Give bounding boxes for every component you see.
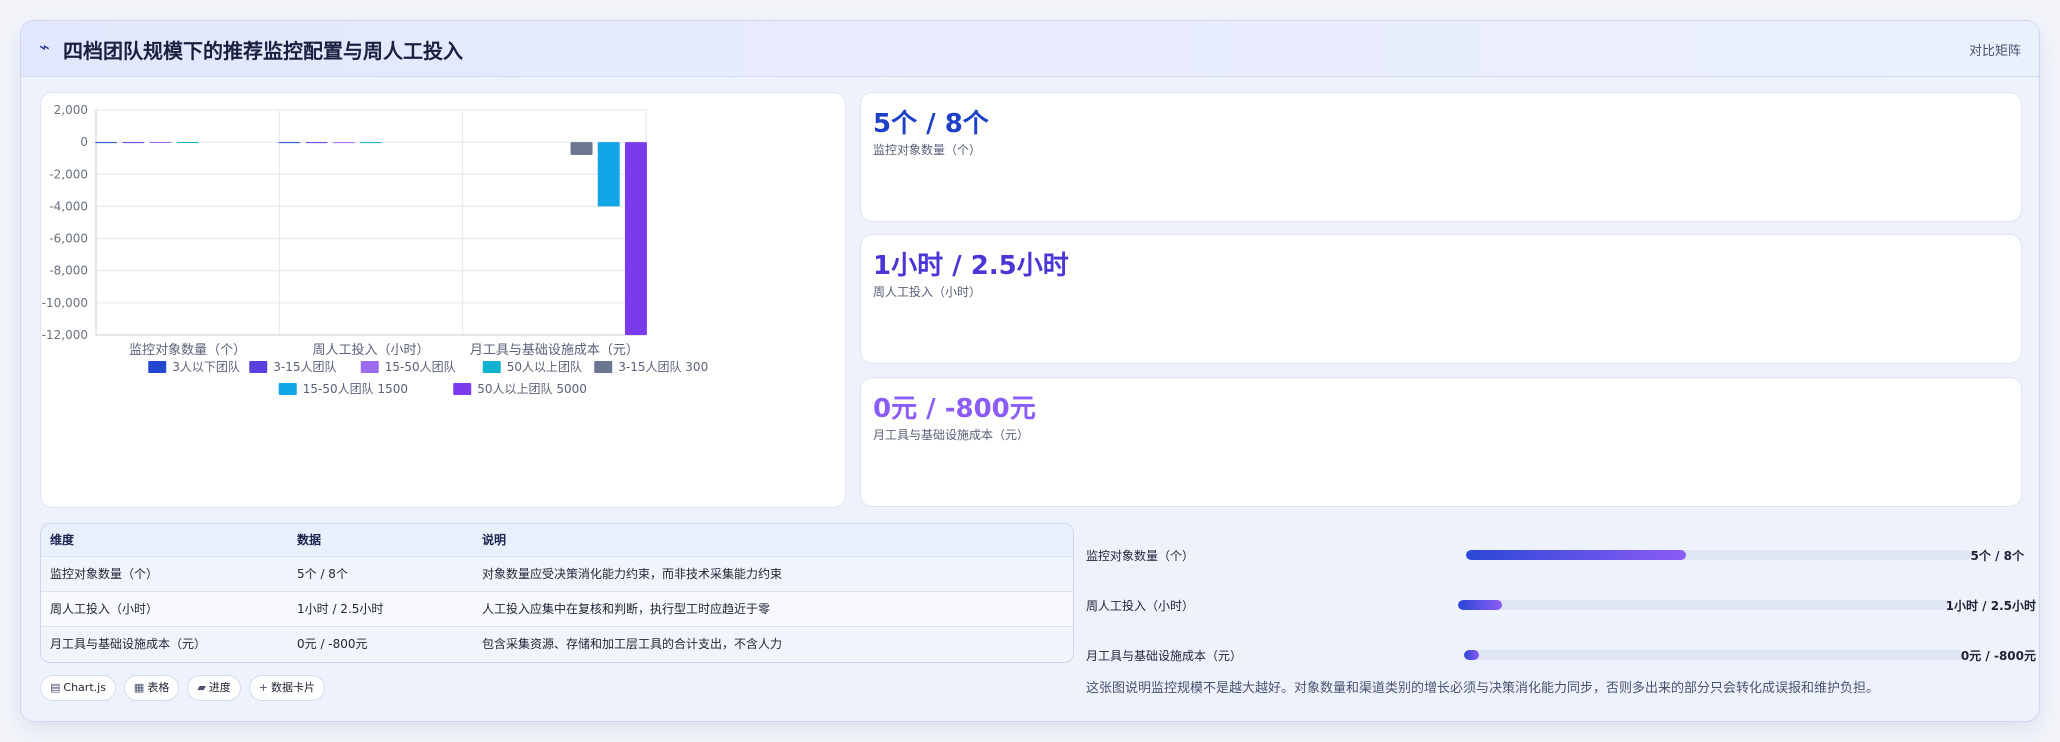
progress-track	[1458, 600, 1948, 610]
progress-fill	[1458, 600, 1503, 610]
bar-chart: 2,000 0 -2,000 -4,000 -6,000 -8,000 -10,000 -12…	[42, 103, 709, 396]
column-header: 说明	[473, 524, 1073, 557]
page-title: 四档团队规模下的推荐监控配置与周人工投入	[63, 39, 463, 63]
legend-label: 3-15人团队	[273, 359, 336, 374]
kpi-value: 1小时 / 2.5小时	[873, 251, 1069, 281]
legend-swatch	[278, 383, 297, 395]
y-tick-label: -8,000	[49, 264, 88, 278]
chip-chartjs[interactable]: ▤ Chart.js	[40, 675, 116, 701]
kpi-value: 5个 / 8个	[873, 109, 989, 139]
table-cell: 1小时 / 2.5小时	[288, 591, 473, 627]
table-row: 周人工投入（小时） 1小时 / 2.5小时 人工投入应集中在复核和判断，执行型工…	[41, 591, 1073, 627]
bar	[95, 142, 118, 144]
y-tick-label: 0	[80, 135, 88, 149]
progress-value: 5个 / 8个	[1970, 549, 2024, 563]
y-tick-label: -4,000	[49, 199, 88, 213]
kpi-card-monthly-cost: 0元 / -800元 月工具与基础设施成本（元）	[860, 377, 2022, 507]
kpi-card-weekly-hours: 1小时 / 2.5小时 周人工投入（小时）	[860, 234, 2022, 364]
panel-header: ⌁ 四档团队规模下的推荐监控配置与周人工投入 对比矩阵	[21, 21, 2039, 77]
legend-label: 15-50人团队	[385, 359, 456, 374]
bar	[332, 142, 355, 144]
legend-label: 50人以上团队	[507, 359, 582, 374]
table-cell: 周人工投入（小时）	[41, 591, 288, 627]
legend-swatch	[594, 361, 613, 373]
table-cell: 0元 / -800元	[288, 626, 473, 661]
table-icon: ▦	[133, 681, 145, 694]
bar	[570, 142, 593, 155]
progress-fill	[1464, 650, 1479, 660]
column-header: 维度	[41, 524, 288, 557]
chip-label: 表格	[147, 681, 170, 694]
y-tick-label: -12,000	[42, 328, 88, 342]
bar	[360, 142, 382, 144]
progress-icon: ▰	[197, 681, 206, 694]
progress-value: 1小时 / 2.5小时	[1945, 599, 2036, 613]
progress-track	[1466, 550, 1971, 560]
legend-swatch	[249, 361, 268, 373]
table-header-row: 维度 数据 说明	[41, 524, 1073, 557]
kpi-label: 月工具与基础设施成本（元）	[873, 428, 1030, 442]
chip-progress[interactable]: ▰ 进度	[187, 675, 241, 701]
bar	[122, 142, 145, 144]
legend-swatch	[360, 361, 379, 373]
main-panel: ⌁ 四档团队规模下的推荐监控配置与周人工投入 对比矩阵 2,000 0 -2,000…	[20, 20, 2040, 722]
bar	[305, 142, 328, 144]
plus-icon: +	[258, 681, 269, 694]
y-tick-label: -2,000	[49, 167, 88, 181]
bar	[597, 142, 620, 207]
table-row: 月工具与基础设施成本（元） 0元 / -800元 包含采集资源、存储和加工层工具…	[41, 626, 1073, 661]
data-table: 维度 数据 说明 监控对象数量（个） 5个 / 8个 对象数量应受决策消化能力约…	[40, 523, 1074, 663]
chart-card: 2,000 0 -2,000 -4,000 -6,000 -8,000 -10,000 -12…	[40, 92, 846, 508]
y-tick-label: -10,000	[42, 296, 88, 310]
table-cell: 对象数量应受决策消化能力约束，而非技术采集能力约束	[473, 556, 1073, 592]
chip-label: Chart.js	[63, 681, 106, 694]
table-cell: 月工具与基础设施成本（元）	[41, 626, 288, 661]
chip-table[interactable]: ▦ 表格	[123, 675, 180, 701]
table-row: 监控对象数量（个） 5个 / 8个 对象数量应受决策消化能力约束，而非技术采集能…	[41, 556, 1073, 592]
legend-label: 15-50人团队 1500	[303, 381, 408, 396]
compare-matrix-label[interactable]: 对比矩阵	[1969, 40, 2021, 59]
x-tick-label: 月工具与基础设施成本（元）	[470, 343, 639, 358]
x-tick-label: 监控对象数量（个）	[129, 343, 246, 358]
progress-track	[1464, 650, 1964, 660]
x-tick-label: 周人工投入（小时）	[312, 342, 429, 358]
legend-label: 50人以上团队 5000	[477, 381, 587, 396]
y-tick-label: 2,000	[54, 103, 88, 117]
kpi-card-monitor-objects: 5个 / 8个 监控对象数量（个）	[860, 92, 2022, 222]
trend-icon: ⌁	[39, 37, 50, 58]
legend-swatch	[482, 361, 501, 373]
legend-label: 3人以下团队	[172, 359, 240, 374]
progress-row-weekly-hours: 周人工投入（小时） 1小时 / 2.5小时	[1086, 593, 2036, 617]
bar	[278, 142, 301, 144]
column-header: 数据	[288, 524, 473, 557]
progress-row-monitor-objects: 监控对象数量（个） 5个 / 8个	[1086, 543, 2036, 567]
legend-label: 3-15人团队 300	[618, 359, 708, 374]
y-tick-label: -6,000	[49, 232, 88, 246]
progress-label: 周人工投入（小时）	[1086, 599, 1195, 613]
kpi-value: 0元 / -800元	[873, 394, 1036, 424]
view-chips: ▤ Chart.js ▦ 表格 ▰ 进度 + 数据卡片	[40, 675, 326, 701]
progress-label: 月工具与基础设施成本（元）	[1086, 649, 1243, 663]
chip-label: 进度	[208, 681, 231, 694]
bar	[624, 142, 647, 335]
summary-note: 这张图说明监控规模不是越大越好。对象数量和渠道类别的增长必须与决策消化能力同步，…	[1086, 681, 1880, 696]
progress-value: 0元 / -800元	[1960, 649, 2036, 663]
table-cell: 5个 / 8个	[288, 556, 473, 592]
chip-data-card[interactable]: + 数据卡片	[248, 675, 326, 701]
legend-swatch	[453, 383, 472, 395]
progress-row-monthly-cost: 月工具与基础设施成本（元） 0元 / -800元	[1086, 643, 2036, 667]
bar	[176, 141, 199, 143]
chip-label: 数据卡片	[271, 681, 316, 694]
progress-label: 监控对象数量（个）	[1086, 549, 1195, 563]
kpi-label: 监控对象数量（个）	[873, 143, 982, 157]
legend-swatch	[148, 361, 167, 373]
table-cell: 人工投入应集中在复核和判断，执行型工时应趋近于零	[473, 591, 1073, 627]
table-cell: 监控对象数量（个）	[41, 556, 288, 592]
table-cell: 包含采集资源、存储和加工层工具的合计支出，不含人力	[473, 626, 1073, 661]
bar	[149, 142, 172, 144]
progress-fill	[1466, 550, 1686, 560]
chart-icon: ▤	[50, 681, 61, 694]
kpi-label: 周人工投入（小时）	[873, 285, 982, 299]
